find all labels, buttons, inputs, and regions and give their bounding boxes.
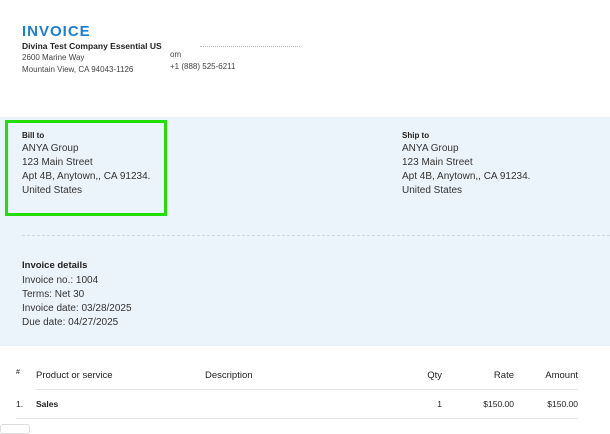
ship-to-line: United States xyxy=(402,185,463,196)
company-address-1: 2600 Marine Way xyxy=(22,53,85,62)
row-qty: 1 xyxy=(437,399,442,409)
detail-line: Due date: 04/27/2025 xyxy=(22,317,119,328)
invoice-details-label: Invoice details xyxy=(22,260,88,271)
company-phone: +1 (888) 525-6211 xyxy=(170,62,236,71)
row-rate: $150.00 xyxy=(483,399,514,409)
row-num: 1. xyxy=(16,399,24,409)
col-rate: Rate xyxy=(493,370,514,381)
row-amount: $150.00 xyxy=(547,399,578,409)
col-product: Product or service xyxy=(36,370,113,381)
ship-to-line: 123 Main Street xyxy=(402,157,473,168)
company-email: om xyxy=(170,50,182,59)
ship-to-label: Ship to xyxy=(402,131,430,140)
ship-to-block: Ship to ANYA Group 123 Main Street Apt 4… xyxy=(402,131,530,198)
invoice-title: INVOICE xyxy=(22,23,91,40)
detail-line: Invoice no.: 1004 xyxy=(22,275,99,286)
divider xyxy=(22,235,610,236)
highlight-box xyxy=(5,120,167,216)
col-qty: Qty xyxy=(427,370,442,381)
row-product: Sales xyxy=(36,399,59,409)
company-name: Divina Test Company Essential US xyxy=(22,41,162,51)
detail-line: Invoice date: 03/28/2025 xyxy=(22,303,132,314)
header-divider xyxy=(36,389,578,390)
row-divider xyxy=(16,418,578,419)
ship-to-line: Apt 4B, Anytown,, CA 91234. xyxy=(402,171,531,182)
redacted-line xyxy=(200,46,300,47)
company-address-2: Mountain View, CA 94043-1126 xyxy=(22,65,134,74)
invoice-details: Invoice details Invoice no.: 1004 Terms:… xyxy=(22,260,132,330)
detail-line: Terms: Net 30 xyxy=(22,289,85,300)
col-description: Description xyxy=(205,370,253,381)
col-num: # xyxy=(16,369,20,376)
partial-control xyxy=(0,424,30,434)
ship-to-line: ANYA Group xyxy=(402,143,459,154)
col-amount: Amount xyxy=(545,370,578,381)
